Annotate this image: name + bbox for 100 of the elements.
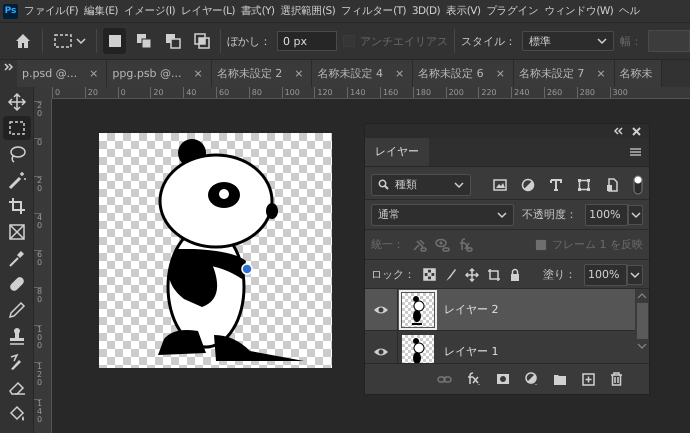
fx-icon[interactable]: [467, 372, 481, 386]
ruler-label: 60: [34, 250, 42, 288]
menu-item[interactable]: フィルター(T): [341, 4, 406, 18]
menu-item[interactable]: 3D(D): [412, 5, 440, 17]
ruler-label: 100: [282, 87, 314, 98]
link-icon[interactable]: [437, 374, 452, 384]
opacity-dropdown-button[interactable]: [628, 204, 643, 224]
close-button[interactable]: ×: [496, 67, 505, 80]
document-icon[interactable]: [605, 178, 619, 192]
document-tab[interactable]: ppg.psb @... ×: [107, 60, 212, 87]
close-button[interactable]: ×: [294, 67, 304, 80]
caret-icon: [630, 210, 641, 218]
menu-item[interactable]: ファイル(F): [24, 4, 78, 18]
scroll-down-icon[interactable]: [637, 343, 647, 349]
ruler-label: 40: [34, 212, 42, 250]
close-button[interactable]: ×: [596, 67, 606, 80]
opacity-label: 不透明度：: [522, 207, 578, 222]
ruler-label: 260: [544, 87, 577, 98]
close-icon[interactable]: [632, 126, 641, 136]
ruler-label: 80: [34, 287, 42, 325]
new-layer-icon[interactable]: [582, 372, 595, 386]
brush-icon[interactable]: [444, 268, 457, 282]
collapse-icon[interactable]: [613, 127, 623, 135]
trash-icon[interactable]: [610, 372, 623, 386]
move-icon: [6, 92, 26, 112]
filter-dropdown[interactable]: 種類: [371, 174, 471, 196]
ruler-label: 20: [34, 176, 42, 213]
folder-icon[interactable]: [553, 372, 567, 386]
menu-item[interactable]: 書式(Y): [240, 4, 274, 18]
ruler-label: 0: [52, 87, 85, 98]
half-circle-icon[interactable]: [521, 178, 535, 192]
transform-icon[interactable]: [577, 178, 591, 192]
fill-field[interactable]: 100%: [584, 264, 627, 286]
ruler-label: 60: [216, 87, 249, 98]
intersect-selection-icon: [193, 32, 212, 50]
toggle-switch-icon[interactable]: [633, 174, 643, 194]
tool-button[interactable]: [2, 116, 30, 140]
close-button[interactable]: ×: [194, 67, 203, 80]
type-icon[interactable]: [549, 178, 563, 192]
ruler-label: 140: [347, 87, 380, 98]
artboard-icon[interactable]: [487, 268, 501, 282]
ruler-label: 300: [610, 87, 642, 98]
ruler-label: 200: [446, 87, 478, 98]
document-tab[interactable]: p.psd @... ×: [17, 60, 108, 87]
checkerboard-icon[interactable]: [423, 268, 436, 281]
ruler-label: 180: [412, 87, 446, 98]
panel-tab[interactable]: レイヤー: [365, 138, 429, 166]
ruler-label: 240: [511, 87, 544, 98]
scrollbar-thumb[interactable]: [636, 303, 648, 339]
style-dropdown[interactable]: 標準: [522, 31, 614, 51]
image-icon[interactable]: [493, 178, 507, 192]
document-tab[interactable]: 名称未設定 6 ×: [413, 60, 514, 87]
eye-icon[interactable]: [373, 304, 389, 316]
eyedropper-icon: [6, 248, 26, 268]
frame-icon: [6, 222, 26, 242]
caret-icon: [597, 37, 607, 45]
document-tab[interactable]: 名称未設定 4 ×: [312, 60, 414, 87]
width-label: 幅：: [620, 34, 642, 48]
caret-icon: [454, 180, 464, 188]
collapse-icon[interactable]: [4, 63, 13, 71]
menu-item[interactable]: ウィンドウ(W): [544, 4, 614, 18]
lock-label: ロック：: [371, 267, 415, 282]
feather-label: ぼかし：: [227, 34, 271, 48]
move-icon[interactable]: [465, 268, 479, 282]
fill-dropdown-button[interactable]: [627, 264, 643, 284]
menu-item[interactable]: 選択範囲(S): [280, 4, 336, 18]
menu-item[interactable]: レイヤー(L): [180, 4, 235, 18]
opacity-field[interactable]: 100%: [585, 204, 628, 226]
menu-icon[interactable]: [630, 148, 641, 156]
layer-row[interactable]: レイヤー 2: [365, 289, 635, 331]
ruler-label: 220: [478, 87, 512, 98]
home-icon: [14, 32, 32, 50]
ruler-label: 40: [183, 87, 216, 98]
menu-item[interactable]: イメージ(I): [124, 4, 175, 18]
fill-label: 塗り：: [543, 267, 576, 282]
width-field[interactable]: [648, 30, 690, 52]
blend-mode-dropdown[interactable]: 通常: [371, 204, 514, 226]
menu-item[interactable]: プラグイン: [486, 4, 538, 18]
menu-item[interactable]: 編集(E): [84, 4, 118, 18]
eye-icon[interactable]: [373, 346, 389, 358]
close-button[interactable]: ×: [89, 67, 98, 80]
search-icon: [378, 179, 389, 190]
ruler-label: 20: [84, 87, 118, 98]
ruler-label: 0: [34, 138, 42, 176]
close-button[interactable]: ×: [394, 67, 404, 80]
document-tab[interactable]: 名称未設定 7 ×: [514, 60, 615, 87]
scroll-up-icon[interactable]: [637, 293, 647, 299]
mask-icon[interactable]: [496, 373, 510, 385]
document-tab[interactable]: 名称未: [614, 60, 662, 87]
menu-item[interactable]: ヘル: [619, 4, 640, 18]
ruler-label: 0: [118, 87, 150, 98]
feather-field[interactable]: 0 px: [277, 31, 337, 51]
half-circle-icon[interactable]: [525, 372, 538, 386]
ruler-label: 100: [34, 324, 42, 362]
menu-item[interactable]: 表示(V): [446, 4, 480, 18]
ruler-label: 160: [380, 87, 413, 98]
ruler-label: 140: [34, 399, 42, 433]
document-tab[interactable]: 名称未設定 2 ×: [212, 60, 312, 87]
lock-icon[interactable]: [509, 268, 521, 282]
selection-mode-button[interactable]: [103, 28, 126, 54]
